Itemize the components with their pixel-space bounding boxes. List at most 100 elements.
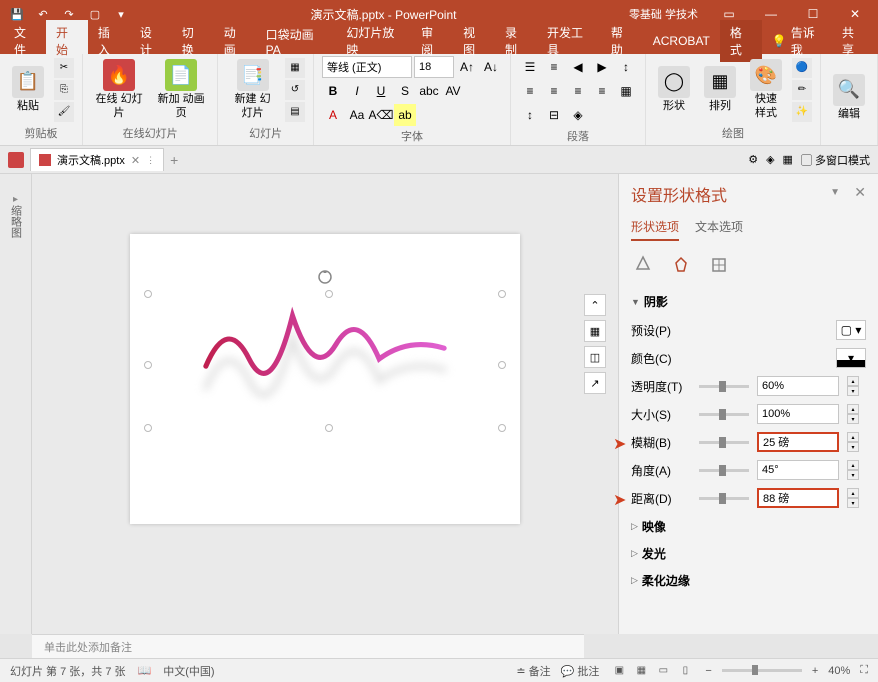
- format-painter-icon[interactable]: 🖌: [54, 102, 74, 122]
- align-center-icon[interactable]: ≡: [543, 80, 565, 102]
- pane-close-icon[interactable]: ✕: [854, 184, 866, 201]
- save-icon[interactable]: 💾: [10, 7, 24, 21]
- float-tool-4[interactable]: ↗: [584, 372, 606, 394]
- shape-fill-icon[interactable]: 🔵: [792, 58, 812, 78]
- normal-view-icon[interactable]: ▣: [609, 663, 629, 679]
- expand-thumbnails-icon[interactable]: ▸: [13, 194, 18, 205]
- bold-icon[interactable]: B: [322, 80, 344, 102]
- distance-input[interactable]: [757, 488, 839, 508]
- spin-up[interactable]: ▴: [847, 432, 859, 442]
- smartart-icon[interactable]: ◈: [567, 104, 589, 126]
- size-slider[interactable]: [699, 413, 749, 416]
- angle-input[interactable]: [757, 460, 839, 480]
- italic-icon[interactable]: I: [346, 80, 368, 102]
- share-button[interactable]: 共享: [832, 24, 874, 58]
- color-dropdown[interactable]: ▾: [836, 348, 866, 368]
- underline-icon[interactable]: U: [370, 80, 392, 102]
- glow-section-header[interactable]: ▷ 发光: [631, 545, 866, 562]
- handle-tl[interactable]: [144, 290, 152, 298]
- handle-mr[interactable]: [498, 361, 506, 369]
- rotate-handle[interactable]: [317, 269, 333, 285]
- pane-dropdown-icon[interactable]: ▼: [830, 187, 840, 198]
- spacing-icon[interactable]: AV: [442, 80, 464, 102]
- document-tab[interactable]: 演示文稿.pptx ✕ ⋮: [30, 148, 164, 171]
- zoom-level[interactable]: 40%: [828, 665, 850, 677]
- zoom-in-icon[interactable]: +: [812, 665, 818, 677]
- shadow-text-icon[interactable]: abc: [418, 80, 440, 102]
- sorter-view-icon[interactable]: ▦: [631, 663, 651, 679]
- softedges-section-header[interactable]: ▷ 柔化边缘: [631, 572, 866, 589]
- transparency-input[interactable]: [757, 376, 839, 396]
- handle-bl[interactable]: [144, 424, 152, 432]
- quickstyles-button[interactable]: 🎨 快速样式: [746, 57, 786, 121]
- font-name-select[interactable]: [322, 56, 412, 78]
- clear-format-icon[interactable]: A⌫: [370, 104, 392, 126]
- angle-slider[interactable]: [699, 469, 749, 472]
- slide-canvas[interactable]: [130, 234, 520, 524]
- online-slides-button[interactable]: 🔥 在线 幻灯片: [91, 57, 147, 121]
- font-color-icon[interactable]: A: [322, 104, 344, 126]
- fit-window-icon[interactable]: ⛶: [860, 664, 868, 677]
- shape-effects-icon[interactable]: ✨: [792, 102, 812, 122]
- float-tool-2[interactable]: ▦: [584, 320, 606, 342]
- handle-tm[interactable]: [325, 290, 333, 298]
- spin-down[interactable]: ▾: [847, 470, 859, 480]
- tellme-search[interactable]: 💡 告诉我: [762, 24, 832, 58]
- new-slide-button[interactable]: 📑 新建 幻灯片: [226, 57, 279, 121]
- text-options-tab[interactable]: 文本选项: [695, 218, 743, 241]
- change-case-icon[interactable]: Aa: [346, 104, 368, 126]
- handle-br[interactable]: [498, 424, 506, 432]
- cut-icon[interactable]: ✂: [54, 58, 74, 78]
- highlight-icon[interactable]: ab: [394, 104, 416, 126]
- tool-icon-3[interactable]: ▦: [783, 153, 793, 166]
- shape-options-tab[interactable]: 形状选项: [631, 218, 679, 241]
- indent-inc-icon[interactable]: ▶: [591, 56, 613, 78]
- redo-icon[interactable]: ↷: [62, 7, 76, 21]
- preset-dropdown[interactable]: ▢ ▾: [836, 320, 866, 340]
- spin-down[interactable]: ▾: [847, 386, 859, 396]
- shapes-button[interactable]: ◯ 形状: [654, 64, 694, 115]
- spin-down[interactable]: ▾: [847, 414, 859, 424]
- new-anim-button[interactable]: 📄 新加 动画页: [153, 57, 209, 121]
- spin-up[interactable]: ▴: [847, 488, 859, 498]
- spin-up[interactable]: ▴: [847, 376, 859, 386]
- language-indicator[interactable]: 中文(中国): [163, 663, 214, 679]
- align-right-icon[interactable]: ≡: [567, 80, 589, 102]
- shape-outline-icon[interactable]: ✏: [792, 80, 812, 100]
- new-tab-icon[interactable]: +: [170, 152, 178, 168]
- notes-toggle[interactable]: ≐ 备注: [516, 663, 550, 679]
- tab-close-icon[interactable]: ✕: [131, 154, 140, 167]
- line-spacing-icon[interactable]: ↕: [615, 56, 637, 78]
- comments-toggle[interactable]: 💬 批注: [561, 663, 600, 679]
- size-props-icon[interactable]: [707, 253, 731, 277]
- spin-up[interactable]: ▴: [847, 404, 859, 414]
- handle-ml[interactable]: [144, 361, 152, 369]
- indent-dec-icon[interactable]: ◀: [567, 56, 589, 78]
- spin-up[interactable]: ▴: [847, 460, 859, 470]
- align-left-icon[interactable]: ≡: [519, 80, 541, 102]
- slideshow-view-icon[interactable]: ▯: [675, 663, 695, 679]
- numbering-icon[interactable]: ≡: [543, 56, 565, 78]
- arrange-button[interactable]: ▦ 排列: [700, 64, 740, 115]
- tab-acrobat[interactable]: ACROBAT: [643, 30, 720, 52]
- home-icon[interactable]: [8, 152, 24, 168]
- blur-slider[interactable]: [699, 441, 749, 444]
- strike-icon[interactable]: S: [394, 80, 416, 102]
- reading-view-icon[interactable]: ▭: [653, 663, 673, 679]
- tool-icon-1[interactable]: ⚙: [748, 153, 758, 166]
- columns-icon[interactable]: ▦: [615, 80, 637, 102]
- layout-icon[interactable]: ▦: [285, 58, 305, 78]
- present-icon[interactable]: ▢: [88, 7, 102, 21]
- more-icon[interactable]: ▾: [114, 7, 128, 21]
- justify-icon[interactable]: ≡: [591, 80, 613, 102]
- font-size-select[interactable]: [414, 56, 454, 78]
- grow-font-icon[interactable]: A↑: [456, 56, 478, 78]
- section-icon[interactable]: ▤: [285, 102, 305, 122]
- spin-down[interactable]: ▾: [847, 498, 859, 508]
- zoom-slider[interactable]: [722, 669, 802, 672]
- notes-area[interactable]: 单击此处添加备注: [32, 634, 584, 658]
- tool-icon-2[interactable]: ◈: [766, 153, 774, 166]
- spellcheck-icon[interactable]: 📖: [138, 664, 152, 677]
- spin-down[interactable]: ▾: [847, 442, 859, 452]
- align-text-icon[interactable]: ⊟: [543, 104, 565, 126]
